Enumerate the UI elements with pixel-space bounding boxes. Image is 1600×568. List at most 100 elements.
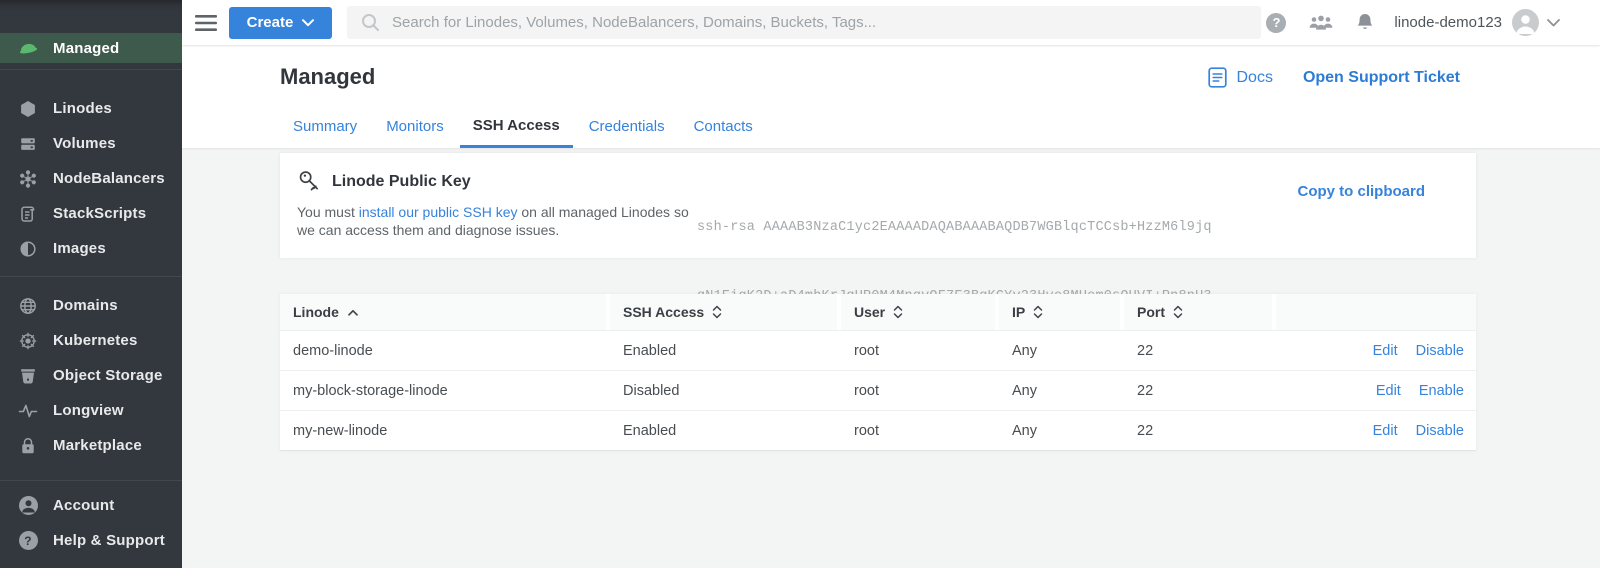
sidebar-item-domains[interactable]: Domains bbox=[0, 288, 182, 323]
edit-link[interactable]: Edit bbox=[1376, 383, 1401, 399]
sort-icon bbox=[712, 305, 722, 319]
kubernetes-icon bbox=[17, 331, 39, 351]
column-header-user[interactable]: User bbox=[841, 294, 995, 330]
sidebar-item-label: Linodes bbox=[53, 100, 112, 117]
sidebar-item-object-storage[interactable]: Object Storage bbox=[0, 358, 182, 393]
community-icon bbox=[1308, 14, 1334, 32]
sidebar-item-label: Account bbox=[53, 497, 114, 514]
sidebar-item-label: Marketplace bbox=[53, 437, 142, 454]
copy-to-clipboard-button[interactable]: Copy to clipboard bbox=[1298, 183, 1426, 200]
cell-ip: Any bbox=[999, 423, 1124, 439]
help-button[interactable]: ? bbox=[1266, 13, 1286, 33]
column-header-port[interactable]: Port bbox=[1124, 294, 1272, 330]
search-icon bbox=[361, 13, 380, 32]
sidebar-item-longview[interactable]: Longview bbox=[0, 393, 182, 428]
sort-icon bbox=[893, 305, 903, 319]
search-input[interactable] bbox=[392, 14, 1261, 31]
install-ssh-key-link[interactable]: install our public SSH key bbox=[359, 204, 518, 220]
sidebar-item-stackscripts[interactable]: StackScripts bbox=[0, 196, 182, 231]
toggle-link[interactable]: Disable bbox=[1416, 343, 1464, 359]
docs-label: Docs bbox=[1236, 69, 1272, 87]
tabs: Summary Monitors SSH Access Credentials … bbox=[280, 107, 769, 148]
tab-monitors[interactable]: Monitors bbox=[373, 107, 457, 148]
linode-public-key-card: Linode Public Key You must install our p… bbox=[280, 153, 1476, 258]
sidebar-item-images[interactable]: Images bbox=[0, 231, 182, 266]
username[interactable]: linode-demo123 bbox=[1394, 14, 1502, 31]
cell-actions: Edit Enable bbox=[1276, 383, 1476, 399]
images-icon bbox=[17, 239, 39, 259]
tab-contacts[interactable]: Contacts bbox=[681, 107, 766, 148]
sidebar-item-kubernetes[interactable]: Kubernetes bbox=[0, 323, 182, 358]
cell-port: 22 bbox=[1124, 383, 1276, 399]
notifications-button[interactable] bbox=[1356, 12, 1374, 33]
sidebar-item-volumes[interactable]: Volumes bbox=[0, 126, 182, 161]
linodes-icon bbox=[17, 99, 39, 119]
open-support-ticket-link[interactable]: Open Support Ticket bbox=[1303, 69, 1460, 87]
edit-link[interactable]: Edit bbox=[1373, 343, 1398, 359]
public-key-description: You must install our public SSH key on a… bbox=[297, 203, 689, 239]
avatar-person-icon bbox=[1512, 9, 1539, 36]
sidebar-item-label: Images bbox=[53, 240, 106, 257]
cell-actions: Edit Disable bbox=[1276, 423, 1476, 439]
sidebar: Managed Linodes Volumes bbox=[0, 0, 182, 568]
sidebar-item-label: Help & Support bbox=[53, 532, 165, 549]
avatar[interactable] bbox=[1512, 9, 1539, 36]
sidebar-item-managed[interactable]: Managed bbox=[0, 33, 182, 63]
column-header-ip[interactable]: IP bbox=[999, 294, 1120, 330]
sidebar-item-linodes[interactable]: Linodes bbox=[0, 91, 182, 126]
tab-ssh-access[interactable]: SSH Access bbox=[460, 107, 573, 148]
cell-user: root bbox=[841, 343, 999, 359]
sidebar-item-account[interactable]: Account bbox=[0, 488, 182, 523]
public-key-title: Linode Public Key bbox=[332, 173, 471, 191]
cell-linode: my-block-storage-linode bbox=[280, 383, 610, 399]
account-icon bbox=[17, 496, 39, 515]
docs-link[interactable]: Docs bbox=[1208, 67, 1272, 88]
sidebar-item-help-support[interactable]: ? Help & Support bbox=[0, 523, 182, 558]
sidebar-item-label: Object Storage bbox=[53, 367, 163, 384]
hamburger-icon bbox=[195, 15, 217, 31]
chevron-down-icon bbox=[1547, 19, 1560, 27]
cell-ssh-access: Enabled bbox=[610, 343, 841, 359]
sidebar-item-label: Kubernetes bbox=[53, 332, 138, 349]
table-row: my-new-linode Enabled root Any 22 Edit D… bbox=[280, 410, 1476, 450]
cell-user: root bbox=[841, 383, 999, 399]
sidebar-item-label: Longview bbox=[53, 402, 124, 419]
managed-icon bbox=[17, 39, 39, 57]
create-button[interactable]: Create bbox=[229, 7, 332, 39]
sidebar-item-nodebalancers[interactable]: NodeBalancers bbox=[0, 161, 182, 196]
toggle-link[interactable]: Disable bbox=[1416, 423, 1464, 439]
global-search bbox=[347, 6, 1261, 39]
cell-port: 22 bbox=[1124, 343, 1276, 359]
stackscripts-icon bbox=[17, 204, 39, 224]
help-support-icon: ? bbox=[17, 531, 39, 550]
topbar: Create ? bbox=[182, 0, 1600, 45]
menu-button[interactable] bbox=[195, 15, 217, 31]
cell-ip: Any bbox=[999, 383, 1124, 399]
toggle-link[interactable]: Enable bbox=[1419, 383, 1464, 399]
bell-icon bbox=[1356, 12, 1374, 33]
column-header-actions bbox=[1276, 294, 1476, 330]
sidebar-item-label: StackScripts bbox=[53, 205, 146, 222]
cell-port: 22 bbox=[1124, 423, 1276, 439]
column-header-ssh-access[interactable]: SSH Access bbox=[610, 294, 837, 330]
volumes-icon bbox=[17, 134, 39, 154]
user-menu-chevron[interactable] bbox=[1547, 19, 1560, 27]
marketplace-icon bbox=[17, 436, 39, 456]
sidebar-item-marketplace[interactable]: Marketplace bbox=[0, 428, 182, 463]
column-header-linode[interactable]: Linode bbox=[280, 294, 606, 330]
page-head: Managed Docs Open Support Ticket Summary… bbox=[182, 45, 1600, 148]
cell-linode: my-new-linode bbox=[280, 423, 610, 439]
edit-link[interactable]: Edit bbox=[1373, 423, 1398, 439]
sidebar-divider bbox=[0, 69, 182, 70]
sort-icon bbox=[1033, 305, 1043, 319]
sidebar-item-label: Managed bbox=[53, 40, 119, 57]
ssh-access-table: Linode SSH Access User IP bbox=[280, 294, 1476, 451]
tab-credentials[interactable]: Credentials bbox=[576, 107, 678, 148]
sidebar-item-label: Domains bbox=[53, 297, 118, 314]
sidebar-divider bbox=[0, 276, 182, 277]
sort-asc-icon bbox=[347, 308, 359, 317]
object-storage-icon bbox=[17, 366, 39, 386]
community-button[interactable] bbox=[1308, 14, 1334, 32]
tab-summary[interactable]: Summary bbox=[280, 107, 370, 148]
sidebar-item-label: NodeBalancers bbox=[53, 170, 165, 187]
